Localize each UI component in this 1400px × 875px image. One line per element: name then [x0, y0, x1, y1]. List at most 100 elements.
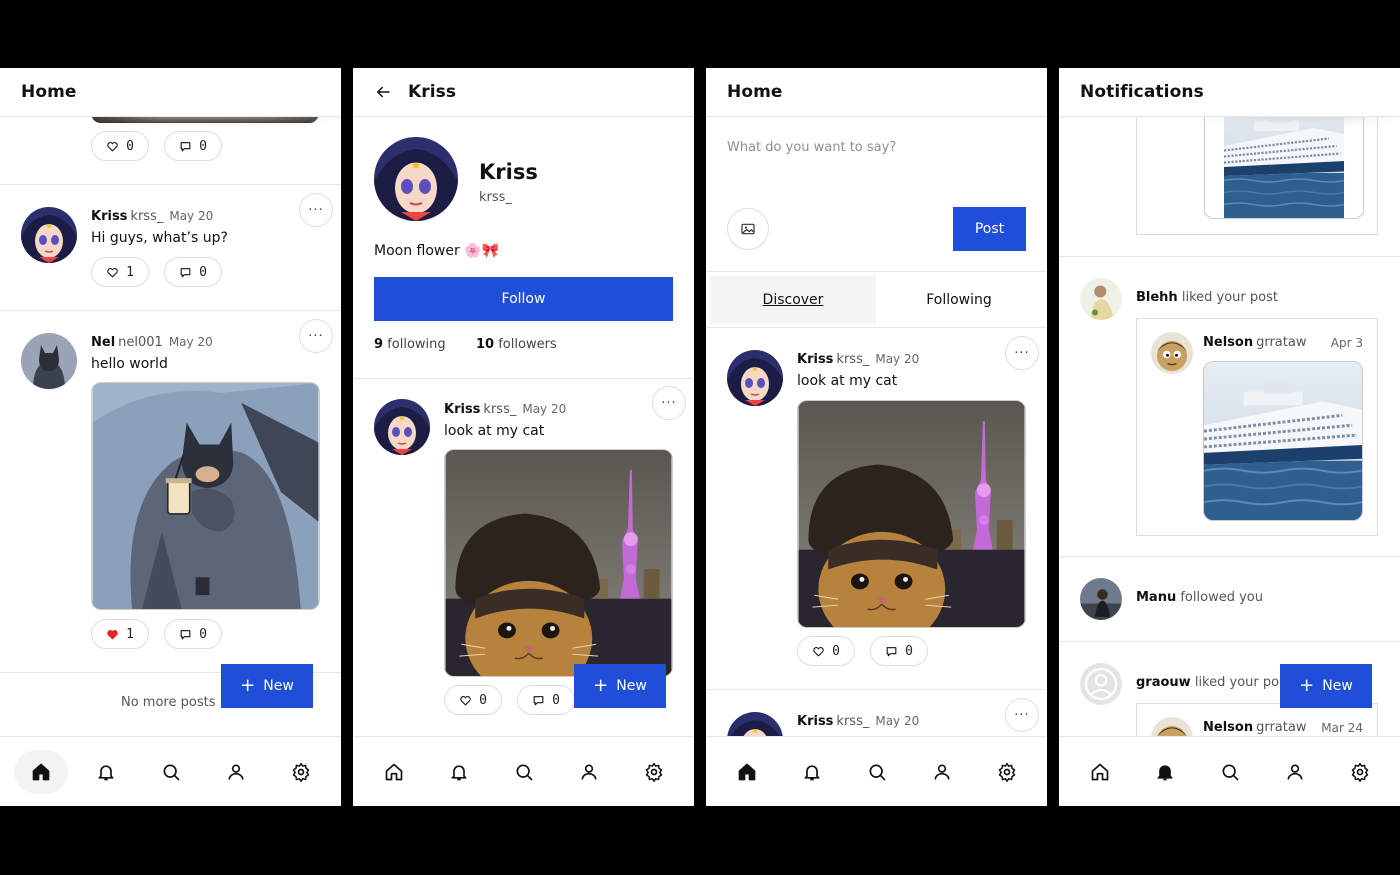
nav-settings[interactable] [980, 750, 1034, 794]
like-button[interactable]: 0 [91, 131, 149, 161]
notifications-list: Blehh liked your post Nelson grrataw Apr … [1059, 117, 1400, 736]
author-handle: grrataw [1256, 720, 1307, 735]
profile-name: Kriss [479, 160, 538, 184]
nav-home[interactable] [13, 749, 68, 794]
nav-search[interactable] [850, 750, 904, 794]
plus-icon: + [593, 675, 609, 696]
tab-discover[interactable]: Discover [710, 276, 876, 324]
comment-button[interactable]: 0 [870, 636, 928, 666]
actor-name[interactable]: graouw [1136, 675, 1191, 690]
nav-home[interactable] [1073, 750, 1127, 794]
notification-text: Manu followed you [1136, 590, 1263, 605]
actor-name[interactable]: Blehh [1136, 290, 1178, 305]
nav-notifications[interactable] [79, 750, 133, 794]
like-button[interactable]: 1 [91, 619, 149, 649]
new-post-button[interactable]: + New [221, 664, 313, 708]
page-title: Notifications [1080, 82, 1204, 102]
like-button[interactable]: 0 [444, 685, 502, 715]
nav-settings[interactable] [627, 750, 681, 794]
profile-handle: krss_ [479, 190, 512, 205]
nav-profile[interactable] [209, 750, 263, 794]
new-post-button[interactable]: + New [574, 664, 666, 708]
comment-button[interactable]: 0 [517, 685, 575, 715]
nav-profile[interactable] [1268, 750, 1322, 794]
comment-button[interactable]: 0 [164, 619, 222, 649]
avatar[interactable] [1080, 278, 1122, 320]
compose-input[interactable]: What do you want to say? [727, 140, 896, 155]
nav-notifications[interactable] [785, 750, 839, 794]
nav-settings[interactable] [1333, 750, 1387, 794]
followers-count: 10 [476, 337, 495, 352]
avatar[interactable] [727, 350, 783, 406]
attach-image-button[interactable] [727, 208, 769, 250]
profile-avatar[interactable] [374, 137, 458, 221]
more-options-button[interactable]: ··· [1005, 336, 1039, 370]
nav-profile[interactable] [915, 750, 969, 794]
notification-action: liked your post [1181, 290, 1278, 305]
author-name[interactable]: Kriss [91, 209, 127, 224]
avatar[interactable] [21, 207, 77, 263]
nav-notifications[interactable] [1138, 750, 1192, 794]
page-title: Kriss [408, 82, 457, 102]
nav-notifications[interactable] [432, 750, 486, 794]
feed-post: Nel nel001 May 20 ··· hello world 1 0 [0, 311, 341, 673]
notification-item: Manu followed you [1059, 557, 1400, 642]
comment-count: 0 [552, 692, 560, 708]
follow-button[interactable]: Follow [374, 277, 673, 321]
post-image[interactable] [444, 449, 673, 677]
nav-home[interactable] [720, 750, 774, 794]
avatar[interactable] [1080, 578, 1122, 620]
post-date: Apr 3 [1330, 336, 1363, 350]
heart-icon [106, 140, 119, 153]
post-header: Nel nel001 May 20 [91, 335, 213, 350]
author-handle: grrataw [1256, 335, 1307, 350]
feed-tabs: Discover Following [706, 272, 1047, 328]
followers-stat[interactable]: 10 followers [476, 337, 557, 352]
author-name[interactable]: Kriss [797, 352, 833, 367]
screen-home-feed: Home 0 0 Kriss krss_ May 20 ··· Hi guys, w… [0, 68, 341, 806]
comment-button[interactable]: 0 [164, 131, 222, 161]
quoted-post-card[interactable] [1136, 117, 1378, 235]
author-name[interactable]: Kriss [797, 714, 833, 729]
page-title: Home [21, 82, 77, 102]
new-post-button[interactable]: + New [1280, 664, 1372, 708]
avatar[interactable] [21, 333, 77, 389]
avatar-placeholder[interactable] [1080, 663, 1122, 705]
post-image[interactable] [91, 382, 320, 610]
back-button[interactable] [374, 83, 392, 101]
post-text: hello world [91, 356, 168, 372]
avatar[interactable] [727, 712, 783, 736]
following-stat[interactable]: 9 following [374, 337, 446, 352]
profile-bio: Moon flower 🌸🎀 [374, 243, 500, 259]
post-image[interactable] [797, 400, 1026, 628]
post-button[interactable]: Post [953, 207, 1026, 251]
bell-icon [449, 762, 469, 782]
author-name[interactable]: Nel [91, 335, 115, 350]
quoted-post-card[interactable]: Nelson grrataw Apr 3 [1136, 318, 1378, 536]
like-button[interactable]: 1 [91, 257, 149, 287]
more-options-button[interactable]: ··· [299, 319, 333, 353]
nav-settings[interactable] [274, 750, 328, 794]
tab-following[interactable]: Following [876, 276, 1042, 324]
post-date: May 20 [169, 209, 214, 223]
notification-action: liked your post [1194, 675, 1291, 690]
more-options-button[interactable]: ··· [652, 386, 686, 420]
search-icon [514, 762, 534, 782]
comment-button[interactable]: 0 [164, 257, 222, 287]
nav-profile[interactable] [562, 750, 616, 794]
gear-icon [644, 762, 664, 782]
like-button[interactable]: 0 [797, 636, 855, 666]
author-name[interactable]: Kriss [444, 402, 480, 417]
bottom-nav [353, 736, 694, 806]
avatar[interactable] [374, 399, 430, 455]
actor-name[interactable]: Manu [1136, 590, 1176, 605]
screen-profile: Kriss Kriss krss_ Moon flower 🌸🎀 Follow … [353, 68, 694, 806]
more-options-button[interactable]: ··· [299, 193, 333, 227]
nav-search[interactable] [144, 750, 198, 794]
nav-home[interactable] [367, 750, 421, 794]
more-options-button[interactable]: ··· [1005, 698, 1039, 732]
nav-search[interactable] [1203, 750, 1257, 794]
post-header: Nelson grrataw [1203, 335, 1306, 350]
feed-post: Kriss krss_ May 20 ··· [706, 690, 1047, 736]
nav-search[interactable] [497, 750, 551, 794]
